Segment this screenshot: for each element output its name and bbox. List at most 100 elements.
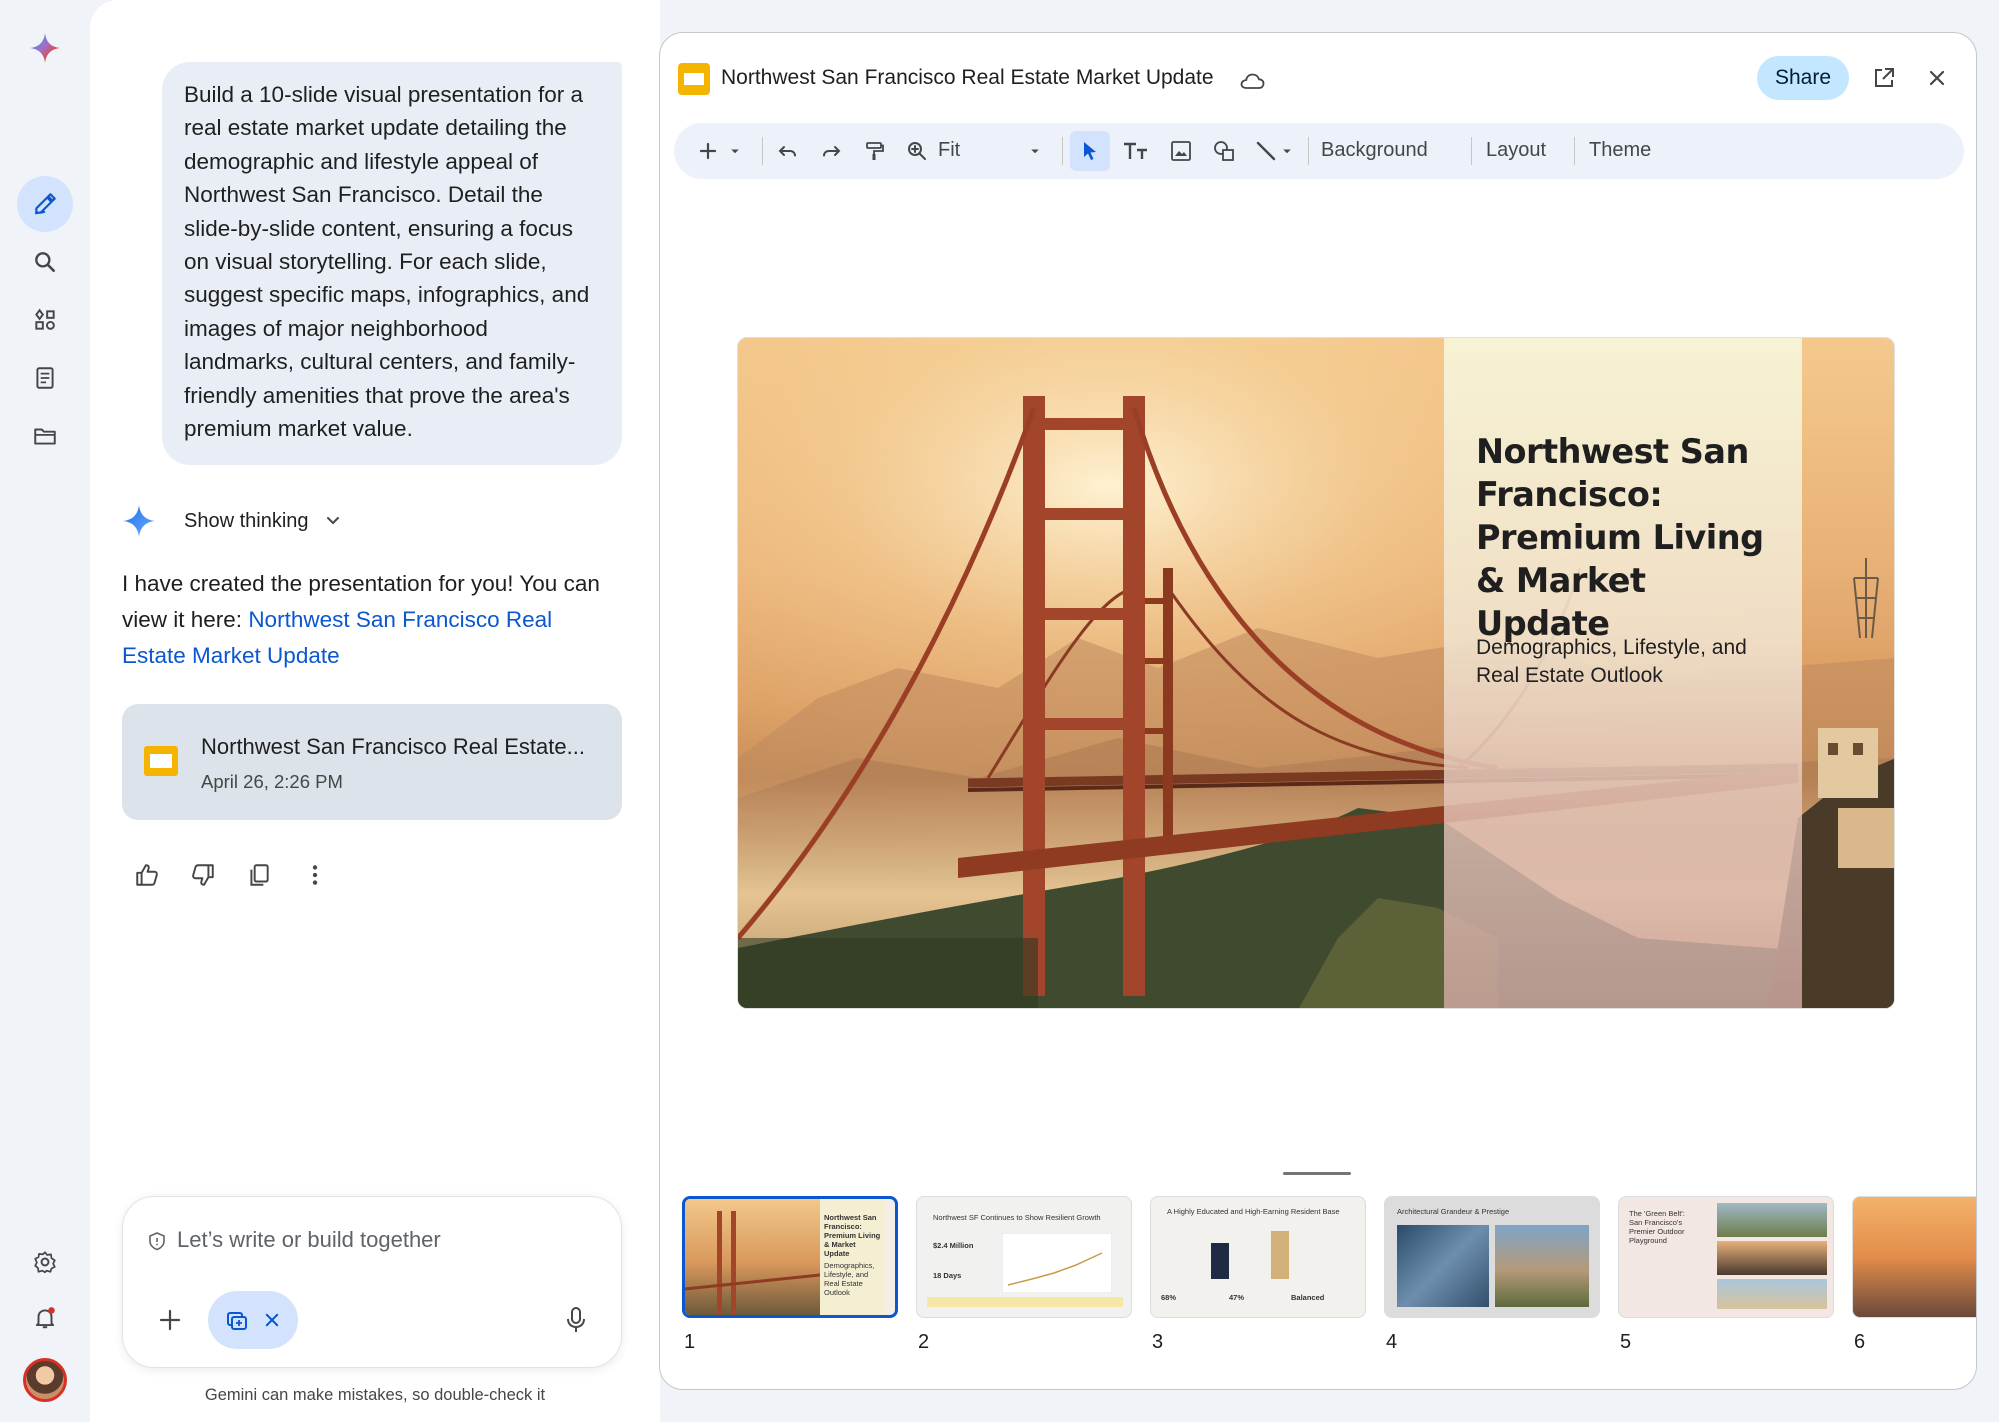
thumbs-up-button[interactable] <box>132 860 162 890</box>
zoom-dropdown[interactable] <box>1026 137 1044 165</box>
file-card[interactable]: Northwest San Francisco Real Estate... A… <box>122 704 622 820</box>
folder-icon <box>34 428 56 445</box>
thumb-3-title: A Highly Educated and High-Earning Resid… <box>1167 1207 1340 1216</box>
plus-icon <box>699 142 717 160</box>
gems-icon <box>35 308 55 330</box>
paint-format-button[interactable] <box>860 137 888 165</box>
slide-thumbnail-4[interactable]: Architectural Grandeur & Prestige <box>1384 1196 1600 1318</box>
line-dropdown[interactable] <box>1278 137 1296 165</box>
search-icon <box>35 252 55 272</box>
prompt-composer[interactable]: Let’s write or build together <box>122 1196 622 1368</box>
slide-thumbnail-6[interactable] <box>1852 1196 1976 1318</box>
price-trend-chart-icon <box>1002 1233 1112 1293</box>
avatar[interactable] <box>23 1358 67 1402</box>
theme-button[interactable]: Theme <box>1589 139 1651 162</box>
disclaimer-text: Gemini can make mistakes, so double-chec… <box>204 1386 546 1404</box>
thumb-3-stat-3: Balanced <box>1291 1293 1325 1302</box>
slide-thumbnail-2[interactable]: Northwest SF Continues to Show Resilient… <box>916 1196 1132 1318</box>
text-box-button[interactable] <box>1120 137 1152 165</box>
select-tool-button[interactable] <box>1070 131 1110 171</box>
toolbar-divider <box>1308 137 1309 165</box>
thumb-1-subtitle: Demographics, Lifestyle, and Real Estate… <box>824 1261 875 1297</box>
slide-number-4: 4 <box>1386 1331 1398 1353</box>
search-button[interactable] <box>17 234 73 290</box>
prompt-input[interactable]: Let’s write or build together <box>177 1227 441 1253</box>
show-thinking-toggle[interactable]: Show thinking <box>122 504 343 538</box>
canvas-tool-chip[interactable] <box>208 1291 298 1349</box>
slide-number-2: 2 <box>918 1331 930 1353</box>
text-box-icon <box>1124 142 1147 159</box>
filmstrip-resize-handle[interactable] <box>1283 1172 1351 1175</box>
park-image <box>1717 1203 1827 1237</box>
slide-number-1: 1 <box>684 1331 696 1353</box>
thumb-4-title: Architectural Grandeur & Prestige <box>1397 1207 1510 1216</box>
thumb-2-stat-price: $2.4 Million <box>933 1241 974 1250</box>
toolbar-divider <box>1574 137 1575 165</box>
file-card-title: Northwest San Francisco Real Estate... <box>201 734 585 759</box>
gems-button[interactable] <box>17 292 73 348</box>
zoom-button[interactable] <box>903 137 931 165</box>
thumbs-down-icon <box>192 864 214 886</box>
new-chat-button[interactable] <box>17 176 73 232</box>
zoom-in-icon <box>908 142 926 160</box>
caret-down-icon <box>1283 149 1291 154</box>
thumbs-down-button[interactable] <box>188 860 218 890</box>
slide-number-6: 6 <box>1854 1331 1866 1353</box>
slide-thumbnail-3[interactable]: A Highly Educated and High-Earning Resid… <box>1150 1196 1366 1318</box>
zoom-level[interactable]: Fit <box>938 139 960 162</box>
toolbar-divider <box>1471 137 1472 165</box>
slide-subtitle[interactable]: Demographics, Lifestyle, and Real Estate… <box>1476 634 1776 690</box>
line-tool-button[interactable] <box>1252 137 1280 165</box>
thumb-2-title: Northwest SF Continues to Show Resilient… <box>933 1213 1101 1222</box>
chevron-down-icon <box>326 517 339 525</box>
notifications-button[interactable] <box>17 1290 73 1346</box>
settings-button[interactable] <box>17 1234 73 1290</box>
undo-icon <box>778 146 796 157</box>
file-card-date: April 26, 2:26 PM <box>201 771 343 792</box>
bell-icon <box>35 1307 55 1329</box>
open-in-new-icon[interactable] <box>1870 64 1898 92</box>
toolbar-divider <box>762 137 763 165</box>
bar-gold <box>1271 1231 1289 1279</box>
thumb-3-stat-2: 47% <box>1229 1293 1245 1302</box>
notebook-icon <box>36 367 54 389</box>
current-slide[interactable]: Northwest San Francisco: Premium Living … <box>737 337 1895 1009</box>
slide-thumbnail-1[interactable]: Northwest San Francisco: Premium Living … <box>682 1196 898 1318</box>
remove-tool-icon[interactable] <box>263 1311 281 1329</box>
caret-down-icon <box>1031 149 1039 154</box>
copy-button[interactable] <box>244 860 274 890</box>
shield-icon <box>149 1232 165 1251</box>
share-button[interactable]: Share <box>1757 56 1849 100</box>
response-actions <box>132 860 330 890</box>
files-button[interactable] <box>17 408 73 464</box>
map-image <box>1397 1225 1489 1307</box>
cursor-arrow-icon <box>1084 142 1096 160</box>
notebook-button[interactable] <box>17 350 73 406</box>
insert-menu-dropdown[interactable] <box>726 137 744 165</box>
slide-thumbnail-5[interactable]: The 'Green Belt': San Francisco's Premie… <box>1618 1196 1834 1318</box>
add-attachment-icon[interactable] <box>155 1305 185 1335</box>
undo-button[interactable] <box>774 137 802 165</box>
slides-canvas-pane: Northwest San Francisco Real Estate Mark… <box>659 32 1977 1390</box>
gemini-logo-icon[interactable] <box>29 32 61 64</box>
thumb-2-stat-days: 18 Days <box>933 1271 962 1280</box>
slide-title[interactable]: Northwest San Francisco: Premium Living … <box>1476 430 1776 645</box>
microphone-icon[interactable] <box>563 1305 589 1335</box>
shapes-icon <box>1214 141 1234 161</box>
background-button[interactable]: Background <box>1321 139 1428 162</box>
document-title[interactable]: Northwest San Francisco Real Estate Mark… <box>721 66 1214 90</box>
insert-button[interactable] <box>694 137 722 165</box>
editor-toolbar: Fit Background Layout Theme <box>674 123 1964 179</box>
redo-button[interactable] <box>817 137 845 165</box>
shape-button[interactable] <box>1210 137 1238 165</box>
layout-button[interactable]: Layout <box>1486 139 1546 162</box>
show-thinking-label: Show thinking <box>184 509 309 532</box>
close-icon[interactable] <box>1923 64 1951 92</box>
insert-image-button[interactable] <box>1167 137 1195 165</box>
thumb-5-title: The 'Green Belt': San Francisco's Premie… <box>1629 1209 1685 1245</box>
bridge-thumbnail-icon <box>685 1211 820 1315</box>
nav-rail <box>0 0 90 1422</box>
more-options-button[interactable] <box>300 860 330 890</box>
cloud-saved-icon <box>1240 73 1265 89</box>
line-icon <box>1256 141 1276 161</box>
